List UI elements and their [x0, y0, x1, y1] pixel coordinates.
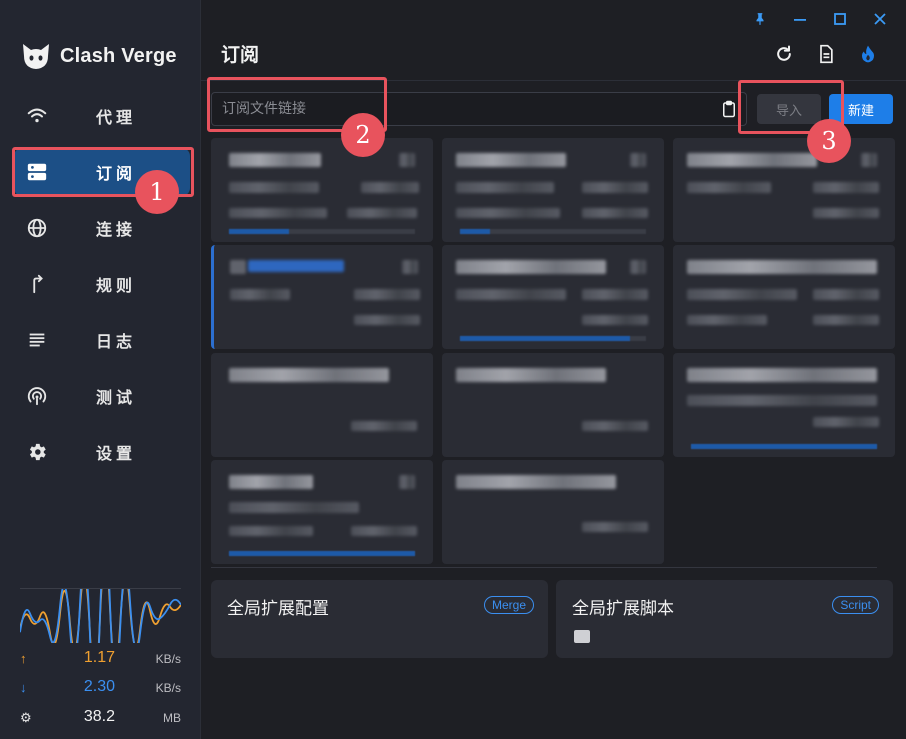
subscription-card[interactable] [211, 460, 433, 564]
download-stat: ↓ 2.30 KB/s [20, 678, 181, 698]
close-icon[interactable] [860, 6, 900, 32]
subscription-card[interactable] [673, 353, 895, 457]
flame-icon[interactable] [854, 40, 882, 68]
subscription-card[interactable] [211, 138, 433, 242]
sidebar-item-label: 设置 [96, 444, 137, 463]
route-icon [26, 273, 48, 295]
sidebar-item-label: 代理 [96, 108, 137, 127]
pin-icon[interactable] [740, 6, 780, 32]
arrow-up-icon: ↑ [20, 651, 27, 666]
annotation-badge-2: 2 [341, 113, 385, 157]
section-divider [211, 567, 877, 568]
global-script-card[interactable]: 全局扩展脚本 Script [556, 580, 893, 658]
subscription-card[interactable] [442, 460, 664, 564]
subscription-card[interactable] [442, 245, 664, 349]
annotation-badge-3: 3 [807, 119, 851, 163]
download-unit: KB/s [155, 681, 181, 695]
window-controls [740, 6, 900, 32]
annotation-badge-1: 1 [135, 170, 179, 214]
sidebar-item-label: 规则 [96, 276, 137, 295]
sidebar-item-label: 日志 [96, 332, 137, 351]
header-actions [770, 40, 882, 68]
upload-speed: 1.17 [83, 649, 115, 666]
script-chip: Script [832, 596, 879, 614]
subscription-card-selected[interactable] [211, 245, 433, 349]
sidebar-item-logs[interactable]: 日志 [14, 316, 190, 364]
memory-usage: 38.2 [83, 708, 115, 725]
arrow-down-icon: ↓ [20, 680, 27, 695]
traffic-graph [20, 588, 181, 643]
wifi-icon [26, 105, 48, 127]
list-icon [26, 329, 48, 351]
sidebar-item-proxy[interactable]: 代理 [14, 92, 190, 140]
radar-icon [26, 385, 48, 407]
memory-unit: MB [163, 711, 181, 725]
sidebar: Clash Verge 代理 订阅 连接 规则 日志 测试 设置 ↑ 1.17 … [0, 0, 201, 739]
sidebar-item-label: 连接 [96, 220, 137, 239]
subscription-card[interactable] [211, 353, 433, 457]
merge-chip: Merge [483, 596, 534, 614]
subscription-card[interactable] [673, 245, 895, 349]
ext-card-title: 全局扩展脚本 [572, 599, 674, 619]
gear-icon [26, 441, 48, 463]
minimize-icon[interactable] [780, 6, 820, 32]
sidebar-item-settings[interactable]: 设置 [14, 428, 190, 476]
page-title: 订阅 [221, 44, 260, 66]
refresh-icon[interactable] [770, 40, 798, 68]
subscription-card[interactable] [442, 138, 664, 242]
globe-icon [26, 217, 48, 239]
sidebar-item-label: 测试 [96, 388, 137, 407]
document-icon[interactable] [812, 40, 840, 68]
ext-card-title: 全局扩展配置 [227, 599, 329, 619]
file-icon [574, 630, 590, 643]
cat-logo-icon [23, 44, 49, 69]
global-merge-card[interactable]: 全局扩展配置 Merge [211, 580, 548, 658]
upload-unit: KB/s [155, 652, 181, 666]
app-name: Clash Verge [60, 44, 177, 67]
download-speed: 2.30 [83, 678, 115, 695]
subscription-card[interactable] [442, 353, 664, 457]
upload-stat: ↑ 1.17 KB/s [20, 649, 181, 669]
sidebar-item-test[interactable]: 测试 [14, 372, 190, 420]
memory-stat: ⚙ 38.2 MB [20, 708, 181, 728]
sidebar-item-rules[interactable]: 规则 [14, 260, 190, 308]
subscription-card[interactable] [673, 138, 895, 242]
maximize-icon[interactable] [820, 6, 860, 32]
memory-icon: ⚙ [20, 710, 32, 725]
app-logo: Clash Verge [20, 40, 177, 72]
clipboard-icon[interactable] [720, 100, 738, 118]
